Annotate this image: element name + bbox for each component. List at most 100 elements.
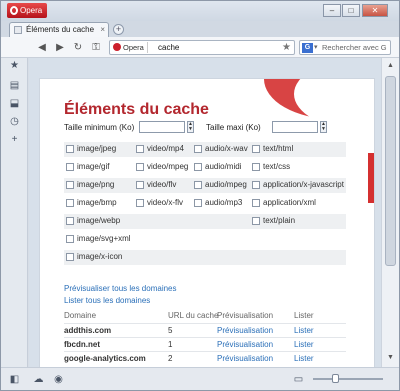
- mime-type-checkbox[interactable]: [252, 145, 260, 153]
- tab-cache[interactable]: Éléments du cache ×: [9, 22, 109, 37]
- column-header-domain: Domaine: [64, 311, 97, 320]
- speed-dial-icon[interactable]: ◉: [53, 374, 64, 385]
- max-size-input[interactable]: [272, 121, 318, 133]
- mime-type-option[interactable]: video/flv: [134, 180, 176, 189]
- mime-type-option[interactable]: image/x-icon: [64, 252, 122, 261]
- preview-link[interactable]: Prévisualisation: [217, 340, 273, 349]
- search-field[interactable]: G ▾ Rechercher avec G: [299, 40, 391, 55]
- mime-type-checkbox[interactable]: [194, 199, 202, 207]
- mime-type-label: audio/mp3: [205, 198, 243, 207]
- mime-type-option[interactable]: image/svg+xml: [64, 234, 131, 243]
- preview-link[interactable]: Prévisualisation: [217, 326, 273, 335]
- scroll-down-icon[interactable]: ▼: [382, 352, 399, 364]
- mime-type-checkbox[interactable]: [252, 199, 260, 207]
- mime-type-option[interactable]: video/mp4: [134, 144, 184, 153]
- mime-type-option[interactable]: image/webp: [64, 216, 120, 225]
- mime-type-option[interactable]: image/jpeg: [64, 144, 116, 153]
- min-size-input[interactable]: [139, 121, 185, 133]
- minimize-button[interactable]: –: [323, 4, 341, 17]
- scrollbar-thumb[interactable]: [385, 76, 396, 266]
- mime-type-label: image/x-icon: [77, 252, 123, 261]
- mime-type-checkbox[interactable]: [66, 199, 74, 207]
- vertical-scrollbar[interactable]: ▲ ▼: [381, 58, 399, 367]
- mime-type-option[interactable]: video/mpeg: [134, 162, 188, 171]
- mime-type-option[interactable]: image/png: [64, 180, 114, 189]
- mime-type-label: image/webp: [77, 216, 121, 225]
- list-link[interactable]: Lister: [294, 354, 314, 363]
- mime-type-checkbox[interactable]: [66, 163, 74, 171]
- mime-type-checkbox[interactable]: [66, 253, 74, 261]
- view-icon[interactable]: ▭: [293, 374, 304, 385]
- scroll-up-icon[interactable]: ▲: [382, 60, 399, 72]
- maximize-button[interactable]: □: [342, 4, 360, 17]
- max-size-stepper[interactable]: ▲ ▼: [320, 121, 327, 133]
- mime-type-checkbox[interactable]: [252, 217, 260, 225]
- close-window-button[interactable]: ✕: [362, 4, 388, 17]
- mime-type-option[interactable]: image/gif: [64, 162, 109, 171]
- mime-type-checkbox[interactable]: [66, 181, 74, 189]
- preview-link[interactable]: Prévisualisation: [217, 354, 273, 363]
- mime-type-checkbox[interactable]: [66, 217, 74, 225]
- mime-type-checkbox[interactable]: [194, 181, 202, 189]
- mime-type-checkbox[interactable]: [194, 163, 202, 171]
- tab-close-icon[interactable]: ×: [100, 23, 105, 36]
- list-all-domains-link[interactable]: Lister tous les domaines: [64, 296, 150, 305]
- reload-icon[interactable]: ↻: [71, 41, 85, 54]
- new-tab-button[interactable]: +: [113, 24, 124, 35]
- mime-type-option[interactable]: text/plain: [250, 216, 295, 225]
- list-link[interactable]: Lister: [294, 340, 314, 349]
- mime-type-checkbox[interactable]: [136, 163, 144, 171]
- cache-url-count: 2: [168, 354, 173, 363]
- mime-type-option[interactable]: application/xml: [250, 198, 316, 207]
- mime-type-checkbox[interactable]: [252, 181, 260, 189]
- zoom-slider[interactable]: [313, 378, 383, 380]
- mime-type-option[interactable]: text/css: [250, 162, 290, 171]
- history-icon[interactable]: ◷: [9, 116, 20, 127]
- bookmark-star-icon[interactable]: ★: [282, 41, 291, 54]
- opera-menu-button[interactable]: Opera: [7, 3, 47, 18]
- mime-type-checkbox[interactable]: [136, 199, 144, 207]
- cloud-icon[interactable]: ☁: [33, 374, 44, 385]
- notes-icon[interactable]: ▤: [9, 80, 20, 91]
- search-engine-dropdown-icon[interactable]: ▾: [314, 41, 318, 54]
- address-url[interactable]: cache: [158, 41, 179, 54]
- mime-type-option[interactable]: audio/mpeg: [192, 180, 247, 189]
- forward-arrow-icon[interactable]: ▶: [53, 41, 67, 54]
- star-icon[interactable]: ★: [9, 60, 20, 71]
- downloads-icon[interactable]: ⬓: [9, 98, 20, 109]
- address-bar[interactable]: Opera cache ★: [109, 40, 295, 55]
- mime-type-option[interactable]: application/x-javascript: [250, 180, 344, 189]
- cache-url-count: 5: [168, 326, 173, 335]
- mime-type-checkbox[interactable]: [66, 235, 74, 243]
- title-bar: Opera – □ ✕: [1, 1, 399, 21]
- opera-logo-icon: [10, 6, 18, 15]
- zoom-slider-handle[interactable]: [332, 374, 339, 383]
- mime-type-label: text/html: [263, 144, 294, 153]
- mime-type-option[interactable]: audio/x-wav: [192, 144, 248, 153]
- mime-type-option[interactable]: text/html: [250, 144, 293, 153]
- mime-type-row: image/bmp video/x-flv audio/mp3 application…: [64, 196, 346, 211]
- page-viewport: Éléments du cache Taille minimum (Ko) ▲ ▼…: [29, 58, 381, 367]
- preview-all-domains-link[interactable]: Prévisualiser tous les domaines: [64, 284, 177, 293]
- mime-type-checkbox[interactable]: [252, 163, 260, 171]
- add-panel-icon[interactable]: +: [9, 134, 20, 145]
- list-link[interactable]: Lister: [294, 326, 314, 335]
- mime-type-option[interactable]: video/x-flv: [134, 198, 183, 207]
- min-size-stepper[interactable]: ▲ ▼: [187, 121, 194, 133]
- search-engine-icon[interactable]: G: [302, 43, 313, 53]
- key-icon[interactable]: ⚿: [89, 41, 103, 54]
- column-header-preview: Prévisualisation: [217, 311, 274, 320]
- back-arrow-icon[interactable]: ◀: [35, 41, 49, 54]
- table-row: google-analytics.com 2 Prévisualisation …: [64, 351, 346, 365]
- panel-toggle-icon[interactable]: ◧: [9, 374, 20, 385]
- mime-type-checkbox[interactable]: [136, 145, 144, 153]
- mime-type-option[interactable]: audio/midi: [192, 162, 241, 171]
- table-header-row: Domaine URL du cache Prévisualisation Li…: [64, 309, 346, 323]
- mime-type-option[interactable]: audio/mp3: [192, 198, 242, 207]
- mime-type-checkbox[interactable]: [66, 145, 74, 153]
- mime-type-checkbox[interactable]: [136, 181, 144, 189]
- mime-type-option[interactable]: image/bmp: [64, 198, 117, 207]
- opera-menu-label: Opera: [20, 6, 43, 15]
- mime-type-checkbox[interactable]: [194, 145, 202, 153]
- address-badge[interactable]: Opera: [112, 42, 148, 53]
